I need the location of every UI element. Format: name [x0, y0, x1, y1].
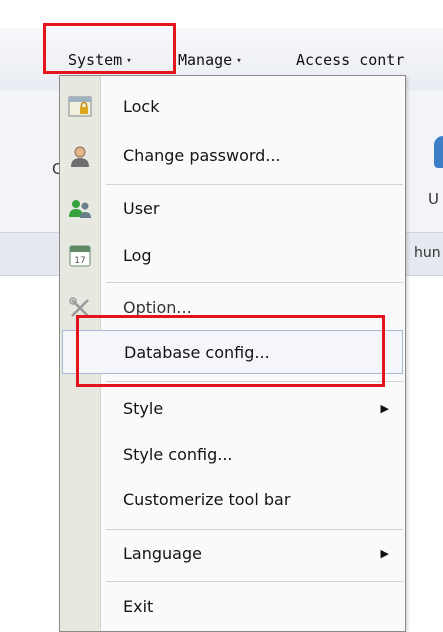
calendar-icon: 17: [68, 244, 92, 268]
menu-item-style-config[interactable]: Style config...: [60, 433, 405, 477]
user-icon[interactable]: [434, 136, 443, 168]
menu-item-label: Language: [123, 544, 202, 563]
menu-item-label: User: [123, 199, 160, 218]
person-icon: [68, 144, 92, 168]
menu-manage[interactable]: Manage ▾: [178, 48, 242, 72]
menu-item-label: Change password...: [123, 146, 281, 165]
menu-separator: [106, 184, 403, 185]
menu-item-user[interactable]: User: [60, 187, 405, 231]
menu-item-label: Lock: [123, 97, 160, 116]
menu-item-exit[interactable]: Exit: [60, 585, 405, 629]
toolbar-partial-label-u: U: [428, 190, 439, 208]
menu-item-label: Exit: [123, 597, 154, 616]
menu-separator: [106, 529, 403, 530]
menu-item-customize-toolbar[interactable]: Customerize tool bar: [60, 478, 405, 522]
menu-access-control-label: Access contr: [296, 51, 405, 69]
menu-item-lock[interactable]: Lock: [60, 85, 405, 129]
submenu-arrow-icon: ▶: [380, 402, 389, 415]
menu-item-label: Style config...: [123, 445, 233, 464]
menu-manage-label: Manage: [178, 51, 233, 69]
menu-item-label: Style: [123, 399, 164, 418]
menu-item-language[interactable]: Language ▶: [60, 532, 405, 576]
menu-item-label: Customerize tool bar: [123, 490, 291, 509]
tab-partial-label: hun: [414, 245, 441, 261]
highlight-box-system: [43, 23, 176, 74]
chevron-down-icon: ▾: [236, 55, 242, 66]
menu-item-log[interactable]: 17 Log: [60, 234, 405, 278]
highlight-box-database-config: [76, 315, 385, 387]
menu-item-change-password[interactable]: Change password...: [60, 134, 405, 178]
menu-separator: [106, 581, 403, 582]
menu-item-label: Log: [123, 246, 152, 265]
menu-access-control[interactable]: Access contr: [296, 48, 404, 72]
lock-icon: [68, 95, 92, 119]
users-icon: [68, 197, 92, 221]
calendar-day-text: 17: [74, 256, 85, 266]
menu-item-style[interactable]: Style ▶: [60, 387, 405, 431]
submenu-arrow-icon: ▶: [380, 547, 389, 560]
menu-separator: [106, 282, 403, 283]
